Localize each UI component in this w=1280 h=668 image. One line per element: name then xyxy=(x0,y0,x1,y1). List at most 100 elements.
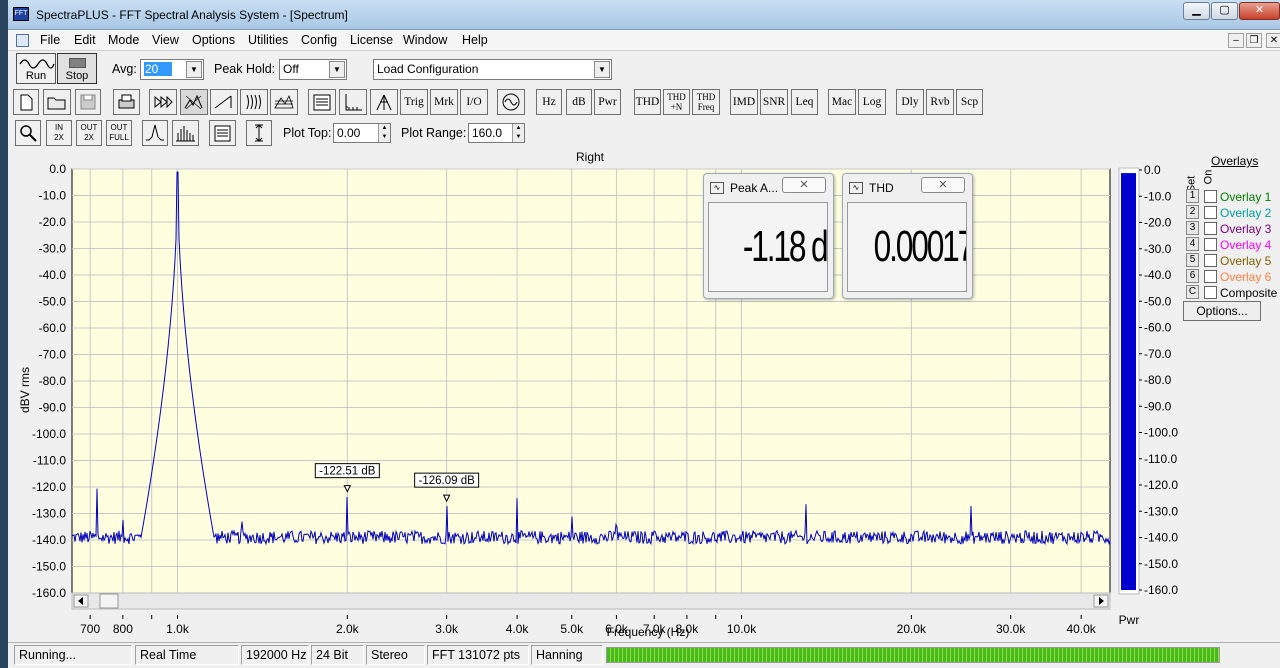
peak-hold-select[interactable]: Off ▼ xyxy=(279,59,347,80)
scrollbar-thumb[interactable] xyxy=(99,593,119,609)
thd-n-button[interactable]: THD +N xyxy=(663,89,690,115)
overlay-6-checkbox[interactable] xyxy=(1204,270,1217,283)
imd-button[interactable]: IMD xyxy=(730,89,758,115)
line-mode-button[interactable] xyxy=(142,120,168,146)
overlay-set-5-button[interactable]: 5 xyxy=(1186,253,1199,267)
power-meter-tick: -40.0 xyxy=(1144,268,1172,282)
axis-button[interactable] xyxy=(339,89,367,115)
thd-button[interactable]: THD xyxy=(634,89,661,115)
mdi-close-button[interactable]: ✕ xyxy=(1266,33,1280,48)
overlay-set-2-button[interactable]: 2 xyxy=(1186,205,1199,219)
scp-button[interactable]: Scp xyxy=(956,89,983,115)
chevron-down-icon[interactable]: ▼ xyxy=(186,61,202,78)
menu-view[interactable]: View xyxy=(152,33,179,47)
overlay-3-checkbox[interactable] xyxy=(1204,222,1217,235)
thd-freq-button[interactable]: THD Freq xyxy=(692,89,720,115)
fast-forward-button[interactable] xyxy=(149,89,177,115)
spin-down-icon[interactable]: ▼ xyxy=(378,133,390,142)
save-icon xyxy=(80,94,96,110)
vertical-resize-icon xyxy=(255,124,263,142)
trig-button[interactable]: Trig xyxy=(400,89,428,115)
overlay-set-4-button[interactable]: 4 xyxy=(1186,237,1199,251)
list-view-button[interactable] xyxy=(308,89,336,115)
composite-checkbox[interactable] xyxy=(1204,286,1217,299)
overlay-set-1-button[interactable]: 1 xyxy=(1186,189,1199,203)
plot-range-input[interactable]: 160.0 ▲ ▼ xyxy=(468,123,525,143)
pwr-button[interactable]: Pwr xyxy=(594,89,621,115)
zoom-full-line1: OUT xyxy=(110,123,128,132)
menu-edit[interactable]: Edit xyxy=(74,33,96,47)
avg-select[interactable]: 20 ▼ xyxy=(140,59,204,80)
vertical-scale-button[interactable] xyxy=(246,120,272,146)
overlay-4-checkbox[interactable] xyxy=(1204,238,1217,251)
3d-surface-button[interactable] xyxy=(270,89,298,115)
print-icon xyxy=(118,94,135,109)
run-button[interactable]: Run xyxy=(16,53,56,84)
print-button[interactable] xyxy=(113,89,140,115)
document-icon[interactable] xyxy=(16,34,29,47)
overlay-5-checkbox[interactable] xyxy=(1204,254,1217,267)
peak-amplitude-meter[interactable]: ∿ Peak A... ✕ -1.18 dBV rms xyxy=(703,173,834,299)
thd-meter-close-button[interactable]: ✕ xyxy=(921,177,965,193)
db-button[interactable]: dB xyxy=(566,89,592,115)
composite-set-button[interactable]: C xyxy=(1186,285,1199,299)
chevron-down-icon[interactable]: ▼ xyxy=(594,61,610,78)
menu-file[interactable]: File xyxy=(40,33,60,47)
configuration-select[interactable]: Load Configuration ▼ xyxy=(373,59,612,80)
overlay-set-3-button[interactable]: 3 xyxy=(1186,221,1199,235)
plot-list-button[interactable] xyxy=(209,120,236,146)
horizontal-scrollbar[interactable] xyxy=(71,592,1111,610)
leq-button[interactable]: Leq xyxy=(791,89,818,115)
waterfall-button[interactable] xyxy=(240,89,268,115)
thd-meter[interactable]: ∿ THD ✕ 0.00017 % xyxy=(842,173,973,299)
maximize-button[interactable]: ▢ xyxy=(1211,2,1238,20)
rvb-button[interactable]: Rvb xyxy=(926,89,954,115)
y-tick-label: -10.0 xyxy=(39,189,67,203)
mac-button[interactable]: Mac xyxy=(828,89,856,115)
power-meter-tick: -100.0 xyxy=(1144,426,1178,440)
menu-window[interactable]: Window xyxy=(403,33,447,47)
power-meter-tick: -140.0 xyxy=(1144,531,1178,545)
zoom-in-2x-button[interactable]: IN 2X xyxy=(46,120,72,146)
save-button[interactable] xyxy=(75,89,101,115)
close-button[interactable]: ✕ xyxy=(1239,2,1280,20)
y-tick-label: -90.0 xyxy=(39,401,67,415)
menu-options[interactable]: Options xyxy=(192,33,235,47)
tripod-button[interactable] xyxy=(370,89,398,115)
mdi-minimize-button[interactable]: – xyxy=(1228,33,1244,48)
menu-license[interactable]: License xyxy=(350,33,393,47)
overlay-1-checkbox[interactable] xyxy=(1204,190,1217,203)
stop-button[interactable]: Stop xyxy=(57,53,97,84)
io-button[interactable]: I/O xyxy=(460,89,488,115)
zoom-full-button[interactable]: OUT FULL xyxy=(106,120,132,146)
snr-button[interactable]: SNR xyxy=(760,89,788,115)
plot-top-input[interactable]: 0.00 ▲ ▼ xyxy=(333,123,391,143)
spin-up-icon[interactable]: ▲ xyxy=(512,124,524,133)
peak-meter-close-button[interactable]: ✕ xyxy=(782,177,826,193)
minimize-button[interactable]: ▁ xyxy=(1183,2,1210,20)
zoom-out-2x-button[interactable]: OUT 2X xyxy=(76,120,102,146)
menu-config[interactable]: Config xyxy=(301,33,337,47)
spectrum-view-button[interactable] xyxy=(180,89,208,115)
spin-up-icon[interactable]: ▲ xyxy=(378,124,390,133)
new-file-button[interactable] xyxy=(13,89,39,115)
mrk-button[interactable]: Mrk xyxy=(430,89,458,115)
spin-down-icon[interactable]: ▼ xyxy=(512,133,524,142)
overlay-2-checkbox[interactable] xyxy=(1204,206,1217,219)
chevron-down-icon[interactable]: ▼ xyxy=(329,61,345,78)
dly-button[interactable]: Dly xyxy=(896,89,924,115)
log-button[interactable]: Log xyxy=(858,89,886,115)
overlay-set-6-button[interactable]: 6 xyxy=(1186,269,1199,283)
menu-mode[interactable]: Mode xyxy=(108,33,139,47)
menu-utilities[interactable]: Utilities xyxy=(248,33,288,47)
overlay-options-button[interactable]: Options... xyxy=(1183,301,1261,321)
menu-help[interactable]: Help xyxy=(462,33,488,47)
open-button[interactable] xyxy=(43,89,71,115)
hz-button[interactable]: Hz xyxy=(536,89,562,115)
ramp-button[interactable] xyxy=(210,89,238,115)
spectrum-app-icon[interactable]: FFT xyxy=(13,7,29,21)
mdi-restore-button[interactable]: ❐ xyxy=(1246,33,1262,48)
bar-mode-button[interactable] xyxy=(172,120,199,146)
generator-button[interactable] xyxy=(497,89,525,115)
zoom-button[interactable] xyxy=(15,120,41,146)
